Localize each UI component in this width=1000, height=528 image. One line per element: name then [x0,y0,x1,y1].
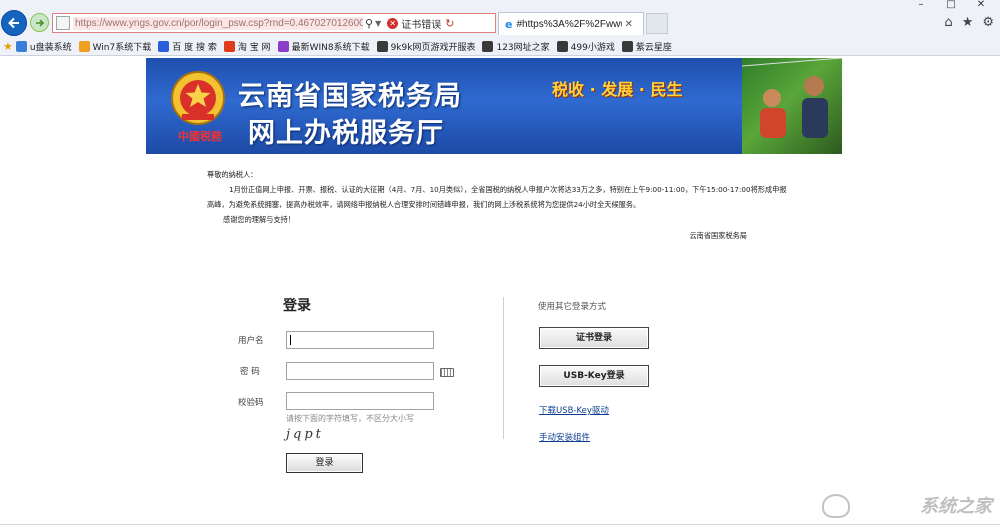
minimize-icon[interactable]: – [906,0,936,12]
toolbar-icons: ⌂ ★ ⚙ [944,15,994,30]
username-label: 用户名 [238,336,264,346]
banner-slogan: 税收 · 发展 · 民生 [552,80,683,99]
captcha-input[interactable] [286,392,434,410]
cert-login-button[interactable]: 证书登录 [539,327,649,349]
favorite-item[interactable]: 最新WIN8系统下载 [277,40,370,53]
favorite-site-icon [376,41,388,52]
captcha-hint: 请按下面的字符填写，不区分大小写 [286,414,414,423]
window-controls: – □ ✕ [906,0,996,12]
favorite-site-icon [15,41,27,52]
favorite-site-icon [158,41,170,52]
favorite-label: 淘 宝 网 [237,43,271,53]
new-tab-button[interactable] [646,13,668,34]
favorites-bar: ★ u盘装系统 Win7系统下载 百 度 搜 索 淘 宝 网 最新WIN8系统下载 9k9… [0,37,1000,56]
login-button[interactable]: 登录 [286,453,363,473]
back-button[interactable] [1,10,27,36]
usbkey-driver-link[interactable]: 下载USB-Key驱动 [539,404,609,416]
favorite-item[interactable]: 499小游戏 [556,40,615,53]
notice-thanks: 感谢您的理解与支持！ [223,215,295,224]
favorite-label: u盘装系统 [29,43,72,53]
notice-body: 1月份正值网上申报、开票、报税、认证的大征期（4月、7月、10月类似），全省国税… [207,185,787,209]
emblem-caption: 中國税務 [178,130,222,143]
banner-title-line1: 云南省国家税务局 [238,81,462,112]
favorite-item[interactable]: 百 度 搜 索 [158,40,217,53]
tab-title: #https%3A%2F%2Fwww.... [516,18,622,30]
favorite-label: Win7系统下载 [92,43,152,53]
browser-chrome: https://www.yngs.gov.cn/por/login_psw.cs… [0,0,1000,56]
notice-block: 尊敬的纳税人： 1月份正值网上申报、开票、报税、认证的大征期（4月、7月、10月… [207,167,787,243]
address-url[interactable]: https://www.yngs.gov.cn/por/login_psw.cs… [73,16,363,30]
login-title: 登录 [283,298,311,314]
site-banner: 中國税務 云南省国家税务局 网上办税服务厅 税收 · 发展 · 民生 [146,58,842,154]
favorite-item[interactable]: 123网址之家 [482,40,550,53]
favorite-label: 123网址之家 [496,43,550,53]
favorite-item[interactable]: 淘 宝 网 [223,40,271,53]
favorite-label: 百 度 搜 索 [172,43,217,53]
favorite-label: 9k9k网页游戏开服表 [390,43,476,53]
favorite-label: 499小游戏 [570,43,615,53]
favorite-site-icon [277,41,289,52]
captcha-label: 校验码 [238,398,264,408]
vertical-divider [503,297,504,439]
page-bottom-border [0,524,1000,525]
window-close-icon[interactable]: ✕ [966,0,996,12]
back-arrow-icon [8,17,19,29]
chevron-down-icon[interactable]: ▼ [375,19,381,28]
favorite-site-icon [482,41,494,52]
password-label: 密 码 [240,367,260,377]
favorite-item[interactable]: u盘装系统 [15,40,72,53]
favorites-star-icon[interactable]: ★ [962,15,974,30]
close-icon[interactable]: ✕ [624,19,632,30]
cert-error-label[interactable]: 证书错误 [401,16,441,31]
other-login-title: 使用其它登录方式 [538,302,607,312]
home-icon[interactable]: ⌂ [944,15,952,30]
usbkey-login-button[interactable]: USB-Key登录 [539,365,649,387]
favorite-item[interactable]: Win7系统下载 [78,40,152,53]
maximize-icon[interactable]: □ [936,0,966,12]
forward-button[interactable] [30,13,49,32]
favorite-site-icon [78,41,90,52]
favorite-site-icon [556,41,568,52]
favorite-site-icon [621,41,633,52]
refresh-icon[interactable]: ↻ [445,17,454,30]
forward-arrow-icon [35,18,44,27]
search-icon[interactable]: ⚲ [365,17,373,30]
watermark-logo-icon [822,494,850,518]
tab-active[interactable]: e #https%3A%2F%2Fwww.... ✕ [498,12,644,35]
banner-title-line2: 网上办税服务厅 [248,118,444,149]
notice-signature: 云南省国家税务局 [689,231,747,240]
username-input[interactable] [286,331,434,349]
manual-install-link[interactable]: 手动安装组件 [539,431,590,443]
favorite-item[interactable]: 9k9k网页游戏开服表 [376,40,476,53]
keyboard-icon[interactable] [440,368,454,377]
favorite-label: 最新WIN8系统下载 [291,43,370,53]
watermark: 系统之家 [920,496,992,517]
cert-error-icon[interactable]: ✕ [387,17,399,29]
tax-emblem-icon [171,71,225,125]
password-input[interactable] [286,362,434,380]
favorites-icon[interactable]: ★ [3,40,13,53]
favorite-label: 紫云星座 [635,43,672,53]
ie-logo-icon: e [505,17,513,31]
banner-photo [741,58,842,154]
favorite-item[interactable]: 紫云星座 [621,40,672,53]
page-icon [56,16,70,30]
notice-greeting: 尊敬的纳税人： [207,170,258,179]
favorite-site-icon [223,41,235,52]
gear-icon[interactable]: ⚙ [982,15,994,30]
zipline-photo-icon [741,58,842,138]
captcha-image[interactable]: jqpt [286,427,332,443]
address-bar[interactable]: https://www.yngs.gov.cn/por/login_psw.cs… [52,13,496,33]
